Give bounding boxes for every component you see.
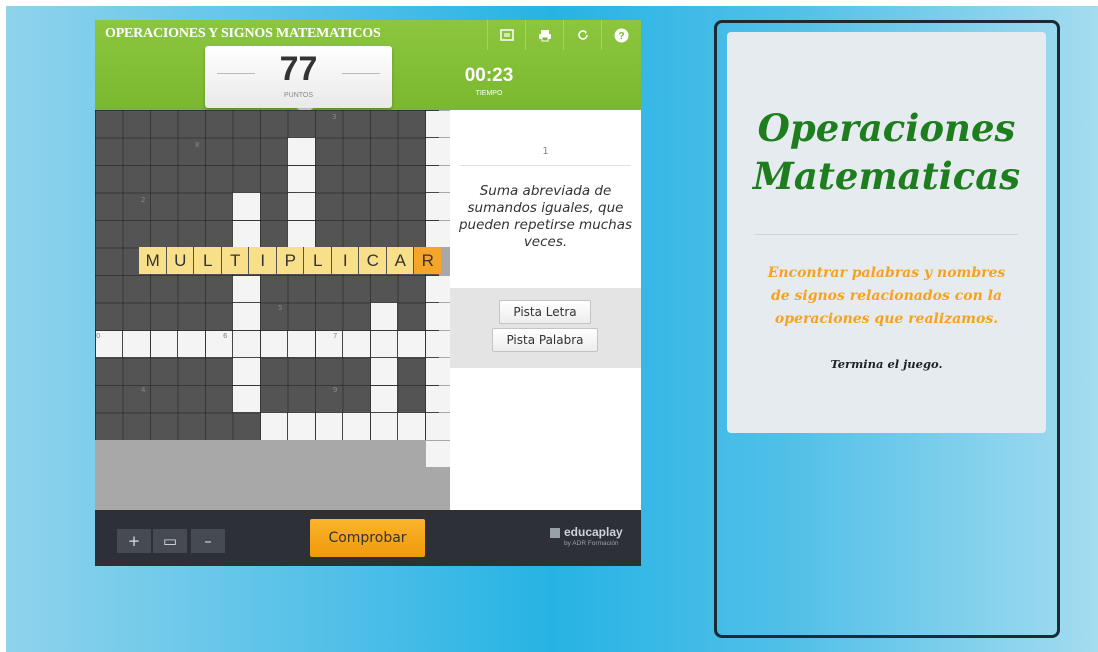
brand-name: educaplay (564, 525, 623, 539)
grid-cell[interactable] (370, 330, 397, 357)
grid-letter: L (313, 250, 323, 270)
grid-cell[interactable] (233, 220, 260, 247)
grid-letter: R (421, 250, 434, 270)
clue-number-marker: 2 (141, 196, 146, 204)
clue-divider (460, 165, 631, 166)
zoom-out-button[interactable]: – (191, 529, 225, 553)
grid-cell[interactable] (315, 330, 342, 357)
grid-cell[interactable] (398, 413, 425, 440)
grid-cell[interactable] (425, 110, 452, 137)
educaplay-logo: educaplay by ADR Formación (550, 525, 630, 555)
grid-cell[interactable] (425, 138, 452, 165)
grid-cell[interactable] (288, 138, 315, 165)
hint-word-button[interactable]: Pista Palabra (492, 328, 598, 352)
grid-cell[interactable] (288, 193, 315, 220)
grid-cell[interactable] (233, 385, 260, 412)
grid-cell[interactable] (425, 193, 452, 220)
brand-subtitle: by ADR Formación (564, 540, 619, 547)
grid-cell[interactable] (343, 413, 370, 440)
grid-cell[interactable] (288, 330, 315, 357)
clue-number-marker: 6 (223, 332, 228, 340)
help-icon[interactable]: ? (601, 20, 640, 50)
grid-cell[interactable] (425, 275, 452, 302)
hint-letter-button[interactable]: Pista Letra (499, 300, 591, 324)
grid-cell[interactable] (398, 330, 425, 357)
score-value: 77 (279, 50, 318, 88)
game-header: OPERACIONES Y SIGNOS MATEMATICOS ? 77 PU… (95, 20, 641, 114)
grid-cell[interactable] (288, 413, 315, 440)
grid-cell[interactable] (425, 165, 452, 192)
info-description: Encontrar palabras y nombres de signos r… (767, 265, 1006, 327)
zoom-in-button[interactable]: + (117, 529, 151, 553)
grid-cell[interactable] (425, 330, 452, 357)
timer-value: 00:23 (464, 65, 514, 86)
hint-box: Pista Letra Pista Palabra (450, 288, 641, 368)
grid-letter: I (342, 250, 348, 270)
grid-letter: P (284, 250, 296, 270)
clue-panel: 1 Suma abreviada de sumandos iguales, qu… (450, 110, 641, 510)
brand-mark-icon (550, 528, 560, 538)
grid-cell[interactable] (233, 275, 260, 302)
grid-letter: C (366, 250, 379, 270)
grid-cell[interactable] (233, 330, 260, 357)
grid-cell[interactable] (343, 330, 370, 357)
clue-number-marker: 3 (332, 113, 337, 121)
grid-letter: L (203, 250, 213, 270)
check-button[interactable]: Comprobar (310, 519, 425, 557)
grid-letter: U (174, 250, 187, 270)
grid-cell[interactable] (425, 303, 452, 330)
grid-cell[interactable] (370, 413, 397, 440)
info-divider (755, 234, 1018, 235)
grid-cell[interactable] (178, 330, 205, 357)
grid-cell[interactable] (370, 385, 397, 412)
grid-letter: I (260, 250, 266, 270)
crossword-grid: MULTIPLICAR382506749 (95, 110, 452, 467)
grid-cell[interactable] (288, 220, 315, 247)
clue-number-marker: 7 (333, 332, 338, 340)
grid-cell[interactable] (288, 165, 315, 192)
grid-cell[interactable] (425, 220, 452, 247)
fullscreen-icon[interactable] (487, 20, 526, 50)
clue-number-marker: 9 (333, 386, 338, 394)
grid-cell[interactable] (425, 440, 452, 467)
info-card: Operaciones Matematicas Encontrar palabr… (727, 32, 1046, 433)
restart-icon[interactable] (563, 20, 602, 50)
info-title: Operaciones Matematicas (752, 106, 1021, 198)
game-footer: + ▭ – Comprobar educaplay by ADR Formaci… (95, 510, 641, 566)
clue-number-marker: 0 (96, 332, 101, 340)
grid-cell[interactable] (233, 193, 260, 220)
grid-cell[interactable] (425, 413, 452, 440)
grid-cell[interactable] (425, 385, 452, 412)
clue-number-marker: 4 (141, 386, 146, 394)
clue-number-marker: 8 (195, 141, 200, 149)
clue-number-marker: 5 (278, 304, 283, 312)
crossword-game: OPERACIONES Y SIGNOS MATEMATICOS ? 77 PU… (95, 20, 641, 566)
grid-letter: T (230, 250, 241, 270)
clue-number: 1 (542, 146, 549, 157)
score-box: 77 PUNTOS (205, 46, 392, 108)
grid-cell[interactable] (260, 413, 287, 440)
grid-cell[interactable] (315, 413, 342, 440)
grid-cell[interactable] (370, 358, 397, 385)
score-label: PUNTOS (283, 92, 314, 99)
grid-letter: M (145, 250, 160, 270)
grid-cell[interactable] (150, 330, 177, 357)
info-footer: Termina el juego. (830, 357, 943, 371)
zoom-reset-button[interactable]: ▭ (153, 529, 187, 553)
svg-text:?: ? (618, 31, 624, 42)
grid-cell[interactable] (233, 358, 260, 385)
grid-cell[interactable] (370, 303, 397, 330)
clue-text: Suma abreviada de sumandos iguales, que … (458, 183, 633, 250)
grid-cell[interactable] (123, 330, 150, 357)
grid-cell[interactable] (425, 358, 452, 385)
grid-cell[interactable] (205, 330, 232, 357)
game-title: OPERACIONES Y SIGNOS MATEMATICOS (105, 26, 381, 41)
grid-cell[interactable] (260, 330, 287, 357)
board-area: MULTIPLICAR382506749 (95, 110, 452, 510)
print-icon[interactable] (525, 20, 564, 50)
grid-letter: A (394, 250, 406, 270)
timer-label: TIEMPO (475, 90, 503, 97)
grid-cell[interactable] (233, 303, 260, 330)
